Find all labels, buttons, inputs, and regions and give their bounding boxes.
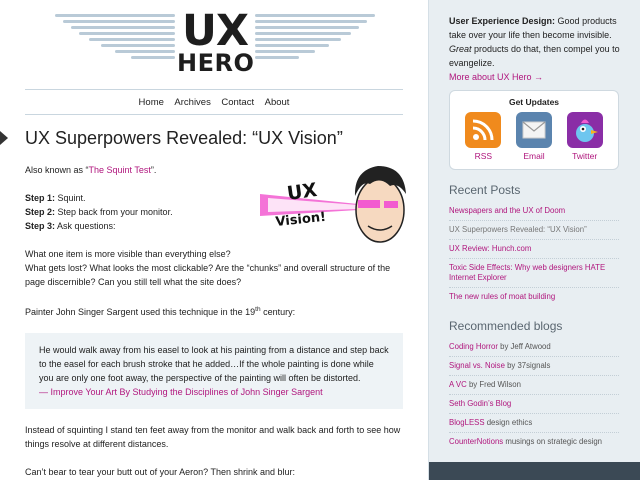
painter-paragraph: Painter John Singer Sargent used this te… (25, 303, 405, 319)
blog-byline: by 37signals (504, 361, 551, 370)
email-icon[interactable] (515, 112, 552, 148)
blog-link[interactable]: Coding Horror (449, 342, 498, 351)
also-known-line: Also known as “The Squint Test”. (25, 163, 255, 177)
sidebar: User Experience Design: Good products ta… (428, 0, 640, 480)
painter-suffix: century: (260, 307, 296, 317)
logo-bottom-text: HERO (177, 49, 255, 77)
more-about-link[interactable]: More about UX Hero → (449, 72, 543, 82)
quote-text: He would walk away from his easel to loo… (39, 345, 389, 383)
questions-paragraph: What one item is more visible than every… (25, 247, 405, 289)
about-heading: User Experience Design: (449, 16, 556, 26)
logo-wing-right (255, 14, 380, 74)
shrink-blur-paragraph: Can’t bear to tear your butt out of your… (25, 467, 295, 477)
about-emphasis: Great (449, 44, 472, 54)
step-1-text: Squint. (55, 193, 86, 203)
nav-home[interactable]: Home (139, 97, 164, 108)
blog-link[interactable]: CounterNotions (449, 437, 503, 446)
logo-wing-left (50, 14, 175, 74)
list-item: Seth Godin’s Blog (449, 394, 619, 413)
recommended-blogs-list: Coding Horror by Jeff Atwood Signal vs. … (449, 338, 619, 451)
main-nav: Home Archives Contact About (25, 89, 403, 115)
post-title[interactable]: UX Superpowers Revealed: “UX Vision” (25, 128, 343, 149)
twitter-bird-icon[interactable] (566, 112, 603, 148)
list-item: A VC by Fred Wilson (449, 375, 619, 394)
recent-posts-heading: Recent Posts (449, 183, 521, 197)
also-known-suffix: ”. (150, 165, 157, 175)
blog-link[interactable]: Seth Godin’s Blog (449, 399, 511, 408)
question-line-2: What gets lost? What looks the most clic… (25, 263, 391, 287)
list-item: UX Superpowers Revealed: “UX Vision” (449, 220, 619, 239)
recent-post-link[interactable]: Newspapers and the UX of Doom (449, 206, 565, 215)
subscribe-email[interactable]: Email (512, 112, 556, 161)
recent-post-link[interactable]: Toxic Side Effects: Why web designers HA… (449, 263, 605, 282)
rss-icon[interactable] (465, 112, 502, 148)
quote-dash: — (39, 387, 51, 397)
nav-contact[interactable]: Contact (221, 97, 254, 108)
title-arrow-icon (0, 131, 8, 145)
squint-test-link[interactable]: The Squint Test (89, 165, 151, 175)
blog-byline: by Jeff Atwood (497, 342, 551, 351)
about-blurb: User Experience Design: Good products ta… (449, 14, 629, 84)
nav-about[interactable]: About (265, 97, 290, 108)
list-item: BlogLESS design ethics (449, 413, 619, 432)
blog-byline: by Fred Wilson (466, 380, 521, 389)
list-item: UX Review: Hunch.com (449, 239, 619, 258)
nav-archives[interactable]: Archives (174, 97, 210, 108)
step-2-label: Step 2: (25, 207, 56, 217)
blog-link[interactable]: A VC (449, 380, 467, 389)
sargent-article-link[interactable]: Improve Your Art By Studying the Discipl… (51, 387, 323, 397)
list-item: Coding Horror by Jeff Atwood (449, 338, 619, 356)
logo-wordmark: UX HERO (177, 6, 255, 77)
current-post-label: UX Superpowers Revealed: “UX Vision” (449, 225, 587, 234)
recent-post-link[interactable]: The new rules of moat building (449, 292, 555, 301)
step-1-label: Step 1: (25, 193, 56, 203)
logo-top-text: UX (181, 6, 249, 56)
list-item: Signal vs. Noise by 37signals (449, 356, 619, 375)
recent-posts-list: Newspapers and the UX of Doom UX Superpo… (449, 202, 619, 306)
sargent-blockquote: He would walk away from his easel to loo… (25, 333, 403, 409)
subscribe-rss[interactable]: RSS (461, 112, 505, 161)
recent-post-link[interactable]: UX Review: Hunch.com (449, 244, 531, 253)
step-3-label: Step 3: (25, 221, 56, 231)
blog-link[interactable]: Signal vs. Noise (449, 361, 505, 370)
list-item: The new rules of moat building (449, 287, 619, 306)
question-line-1: What one item is more visible than every… (25, 249, 231, 259)
rss-label[interactable]: RSS (461, 151, 505, 161)
list-item: CounterNotions musings on strategic desi… (449, 432, 619, 451)
blog-byline: musings on strategic design (503, 437, 603, 446)
twitter-label[interactable]: Twitter (563, 151, 607, 161)
site-logo[interactable]: UX HERO (50, 10, 380, 80)
blog-byline: design ethics (484, 418, 533, 427)
distance-paragraph: Instead of squinting I stand ten feet aw… (25, 425, 401, 449)
email-label[interactable]: Email (512, 151, 556, 161)
recommended-blogs-heading: Recommended blogs (449, 319, 563, 333)
post-body: Also known as “The Squint Test”. Step 1:… (25, 163, 405, 480)
also-known-prefix: Also known as “ (25, 165, 89, 175)
subscribe-twitter[interactable]: Twitter (563, 112, 607, 161)
get-updates-title: Get Updates (508, 97, 560, 107)
list-item: Newspapers and the UX of Doom (449, 202, 619, 220)
steps-list: Step 1: Squint. Step 2: Step back from y… (25, 191, 255, 233)
main-column: UX HERO Home Archives Contact About UX S… (0, 0, 428, 480)
about-text-2: products do that, then compel you to eva… (449, 44, 620, 68)
get-updates-box: Get Updates RSS Email Twitter (449, 90, 619, 170)
list-item: Toxic Side Effects: Why web designers HA… (449, 258, 619, 287)
step-2-text: Step back from your monitor. (55, 207, 173, 217)
step-3-text: Ask questions: (55, 221, 116, 231)
painter-text: Painter John Singer Sargent used this te… (25, 307, 256, 317)
sidebar-footer-bar (429, 462, 640, 480)
blog-link[interactable]: BlogLESS (449, 418, 485, 427)
